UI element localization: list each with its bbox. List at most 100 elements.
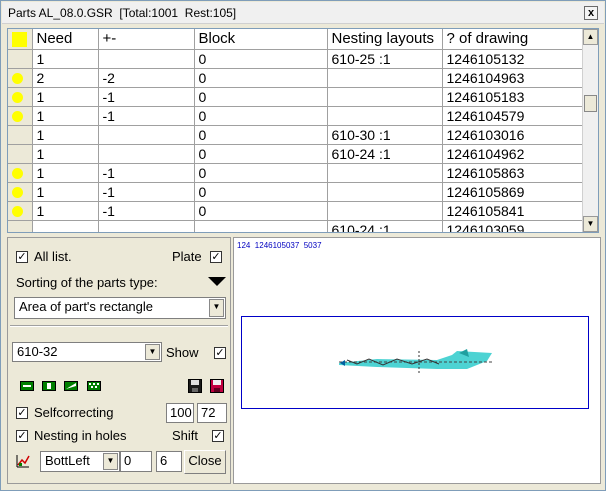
cell-layout[interactable]	[327, 201, 443, 221]
cell-need[interactable]: 1	[32, 144, 99, 164]
save-icon[interactable]	[188, 379, 202, 393]
cell-block[interactable]	[194, 220, 328, 232]
cell-layout[interactable]: 610-24 :1	[327, 220, 443, 232]
cell-layout[interactable]: 610-24 :1	[327, 144, 443, 164]
row-marker-cell[interactable]	[8, 125, 33, 145]
cell-drawing[interactable]: 1246103016	[442, 125, 583, 145]
selfcorrecting-checkbox[interactable]: ✓	[16, 407, 28, 419]
row-marker-cell[interactable]	[8, 182, 33, 202]
all-list-checkbox[interactable]: ✓	[16, 251, 28, 263]
cell-drawing[interactable]: 1246105869	[442, 182, 583, 202]
table-row[interactable]: 1 0 610-24 :1 1246104962	[8, 144, 583, 164]
cell-layout[interactable]	[327, 106, 443, 126]
row-marker-cell[interactable]	[8, 144, 33, 164]
cell-drawing[interactable]: 1246105183	[442, 87, 583, 107]
row-marker-cell[interactable]	[8, 87, 33, 107]
nesting-holes-checkbox[interactable]: ✓	[16, 430, 28, 442]
offset-input[interactable]: 0	[120, 451, 152, 472]
cell-block[interactable]: 0	[194, 144, 328, 164]
table-row[interactable]: 1 -1 0 1246105869	[8, 182, 583, 202]
nesting-preview[interactable]: 124 1246105037 5037	[233, 237, 601, 484]
cell-delta[interactable]	[98, 49, 195, 69]
column-header-need[interactable]: Need	[32, 29, 99, 50]
cell-drawing[interactable]: 1246105863	[442, 163, 583, 183]
cell-block[interactable]: 0	[194, 201, 328, 221]
cell-need[interactable]	[32, 220, 99, 232]
chevron-down-icon[interactable]: ▼	[145, 344, 160, 360]
cell-layout[interactable]	[327, 87, 443, 107]
table-row[interactable]: 2 -2 0 1246104963	[8, 68, 583, 88]
cell-need[interactable]: 2	[32, 68, 99, 88]
row-marker-cell[interactable]	[8, 106, 33, 126]
show-checkbox[interactable]: ✓	[214, 347, 226, 359]
cell-drawing[interactable]: 1246103059	[442, 220, 583, 232]
column-header-delta[interactable]: +-	[98, 29, 195, 50]
cell-need[interactable]: 1	[32, 201, 99, 221]
row-marker-cell[interactable]	[8, 220, 33, 232]
select-all-cell[interactable]	[8, 29, 33, 50]
table-row[interactable]: 1 -1 0 1246104579	[8, 106, 583, 126]
row-marker-cell[interactable]	[8, 68, 33, 88]
table-row[interactable]: 1 -1 0 1246105863	[8, 163, 583, 183]
cell-delta[interactable]	[98, 144, 195, 164]
scroll-thumb[interactable]	[584, 95, 597, 112]
column-header-block[interactable]: Block	[194, 29, 328, 50]
part-slope-icon[interactable]	[64, 381, 78, 391]
cell-need[interactable]: 1	[32, 106, 99, 126]
cell-delta[interactable]	[98, 125, 195, 145]
row-marker-cell[interactable]	[8, 163, 33, 183]
shift-checkbox[interactable]: ✓	[212, 430, 224, 442]
cell-drawing[interactable]: 1246104579	[442, 106, 583, 126]
part-fill-icon[interactable]	[42, 381, 56, 391]
cell-delta[interactable]: -2	[98, 68, 195, 88]
cell-delta[interactable]: -1	[98, 182, 195, 202]
cell-layout[interactable]: 610-30 :1	[327, 125, 443, 145]
cell-need[interactable]: 1	[32, 163, 99, 183]
sorting-select[interactable]: Area of part's rectangle ▼	[14, 297, 226, 319]
cell-block[interactable]: 0	[194, 163, 328, 183]
scroll-down-icon[interactable]: ▼	[583, 216, 598, 232]
column-header-drawing[interactable]: ? of drawing	[442, 29, 583, 50]
cell-drawing[interactable]: 1246105132	[442, 49, 583, 69]
cell-block[interactable]: 0	[194, 49, 328, 69]
table-row[interactable]: 1 0 610-30 :1 1246103016	[8, 125, 583, 145]
chevron-down-icon[interactable]: ▼	[103, 453, 118, 470]
scroll-up-icon[interactable]: ▲	[583, 29, 598, 45]
cell-delta[interactable]: -1	[98, 163, 195, 183]
cell-need[interactable]: 1	[32, 87, 99, 107]
position-select[interactable]: BottLeft ▼	[40, 451, 120, 472]
chevron-down-icon[interactable]: ▼	[209, 299, 224, 317]
cell-drawing[interactable]: 1246105841	[442, 201, 583, 221]
cell-drawing[interactable]: 1246104962	[442, 144, 583, 164]
cell-block[interactable]: 0	[194, 68, 328, 88]
column-header-layouts[interactable]: Nesting layouts	[327, 29, 443, 50]
cell-need[interactable]: 1	[32, 125, 99, 145]
cell-block[interactable]: 0	[194, 182, 328, 202]
cell-block[interactable]: 0	[194, 106, 328, 126]
row-marker-cell[interactable]	[8, 201, 33, 221]
cell-layout[interactable]	[327, 68, 443, 88]
count-input[interactable]: 6	[156, 451, 182, 472]
value-b-input[interactable]: 72	[197, 403, 227, 423]
cell-layout[interactable]	[327, 182, 443, 202]
cell-layout[interactable]	[327, 163, 443, 183]
cell-layout[interactable]: 610-25 :1	[327, 49, 443, 69]
value-a-input[interactable]: 100	[166, 403, 194, 423]
plate-checkbox[interactable]: ✓	[210, 251, 222, 263]
cell-block[interactable]: 0	[194, 125, 328, 145]
cell-block[interactable]: 0	[194, 87, 328, 107]
table-row[interactable]: 1 -1 0 1246105841	[8, 201, 583, 221]
part-view-icon[interactable]	[20, 381, 34, 391]
chart-icon[interactable]	[16, 454, 30, 468]
cell-need[interactable]: 1	[32, 182, 99, 202]
sort-direction-icon[interactable]	[208, 277, 226, 287]
close-button[interactable]: Close	[184, 450, 226, 474]
table-row[interactable]: 610-24 :1 1246103059	[8, 220, 583, 232]
layout-select[interactable]: 610-32 ▼	[12, 342, 162, 362]
row-marker-cell[interactable]	[8, 49, 33, 69]
cell-delta[interactable]: -1	[98, 106, 195, 126]
table-row[interactable]: 1 0 610-25 :1 1246105132	[8, 49, 583, 69]
table-row[interactable]: 1 -1 0 1246105183	[8, 87, 583, 107]
vertical-scrollbar[interactable]: ▲ ▼	[582, 29, 598, 232]
cell-need[interactable]: 1	[32, 49, 99, 69]
